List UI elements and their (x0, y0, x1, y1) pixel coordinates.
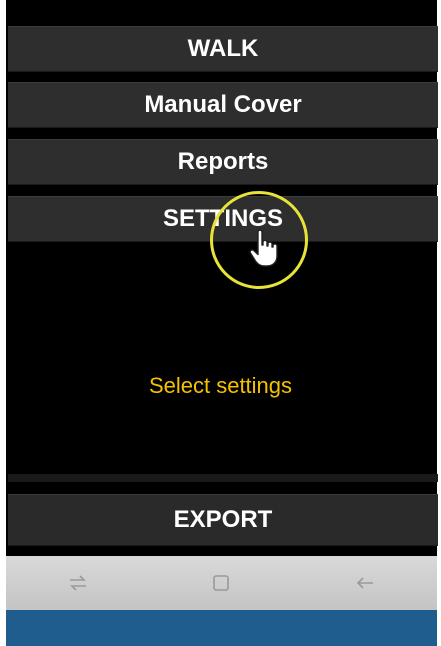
hand-pointer-icon (249, 229, 278, 267)
back-icon[interactable] (345, 568, 385, 598)
recents-icon[interactable] (58, 568, 98, 598)
instruction-caption: Select settings (148, 373, 293, 398)
home-icon[interactable] (201, 568, 241, 598)
export-button[interactable]: EXPORT (8, 494, 438, 546)
frame-edge-left (0, 0, 6, 646)
android-nav-bar (6, 556, 437, 610)
manual-cover-button[interactable]: Manual Cover (8, 82, 438, 128)
divider (8, 474, 438, 482)
reports-button[interactable]: Reports (8, 139, 438, 185)
bottom-strip (6, 610, 437, 646)
app-screen: WALK Manual Cover Reports SETTINGS Selec… (0, 0, 441, 646)
walk-button[interactable]: WALK (8, 26, 438, 72)
